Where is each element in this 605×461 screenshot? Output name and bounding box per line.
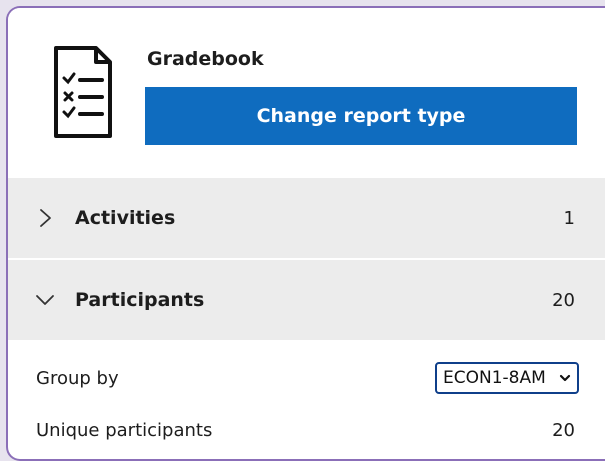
unique-participants-row: Unique participants 20 [8,410,605,450]
chevron-down-icon [36,295,54,305]
report-header: Gradebook Change report type [8,8,605,178]
section-activities[interactable]: Activities 1 [8,178,605,260]
report-title: Gradebook [147,48,264,70]
section-activities-label: Activities [75,207,176,229]
report-checklist-icon [54,46,112,138]
group-by-row: Group by ECON1-8AM [8,358,605,398]
chevron-down-icon [559,374,571,382]
report-panel: Gradebook Change report type Activities … [6,6,605,461]
change-report-type-button[interactable]: Change report type [145,87,577,145]
section-participants-label: Participants [75,289,205,311]
unique-participants-value: 20 [552,419,575,441]
group-by-label: Group by [36,367,119,389]
section-participants[interactable]: Participants 20 [8,260,605,340]
unique-participants-label: Unique participants [36,419,213,441]
group-by-selected-value: ECON1-8AM [443,368,546,388]
section-participants-count: 20 [552,289,575,311]
group-by-select[interactable]: ECON1-8AM [435,362,579,394]
section-activities-count: 1 [563,207,575,229]
chevron-right-icon [40,209,51,227]
